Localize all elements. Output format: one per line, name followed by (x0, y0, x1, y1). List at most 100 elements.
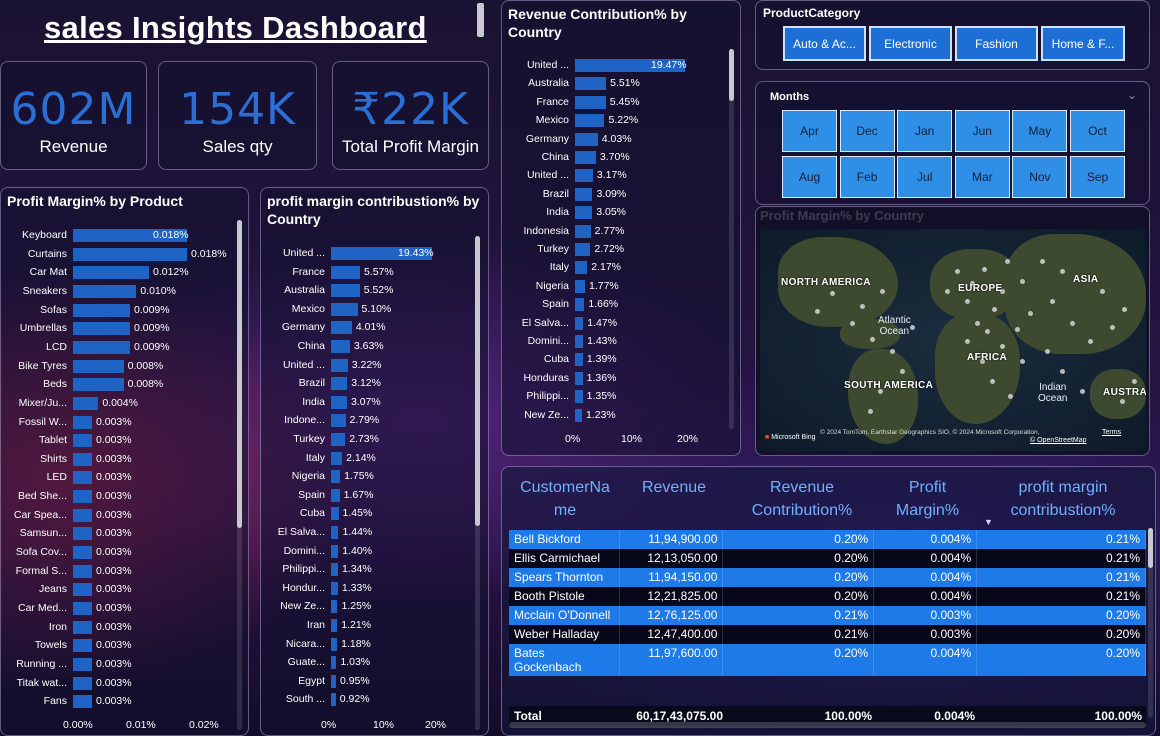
bar[interactable] (73, 359, 124, 373)
scrollbar-thumb[interactable] (475, 236, 480, 526)
bar[interactable] (575, 353, 583, 367)
category-option-auto[interactable]: Auto & Ac... (783, 26, 866, 61)
map-point[interactable] (965, 299, 970, 304)
scrollbar-thumb[interactable] (1148, 528, 1153, 568)
bar[interactable] (331, 284, 360, 298)
bar[interactable] (331, 693, 336, 707)
map-point[interactable] (1050, 299, 1055, 304)
chart-bar-row[interactable]: LCD 0.009% (1, 338, 248, 356)
header-customer-name[interactable]: CustomerNa me (512, 476, 618, 522)
chart-bar-row[interactable]: Car Med... 0.003% (1, 599, 248, 617)
chart-bar-row[interactable]: Sneakers 0.010% (1, 282, 248, 300)
bar[interactable] (575, 151, 596, 164)
bar[interactable] (331, 377, 348, 391)
chart-bar-row[interactable]: United ... 3.22% (261, 356, 488, 374)
chart-bar-row[interactable]: Italy 2.14% (261, 449, 488, 467)
bar[interactable] (73, 266, 149, 280)
chart-bar-row[interactable]: Tablet 0.003% (1, 431, 248, 449)
bar[interactable] (331, 581, 338, 595)
chart-bar-row[interactable]: Shirts 0.003% (1, 450, 248, 468)
map-point[interactable] (1060, 369, 1065, 374)
bar[interactable] (73, 322, 130, 336)
chevron-down-icon[interactable]: ⌄ (1127, 88, 1137, 102)
chart-bar-row[interactable]: Iran 1.21% (261, 616, 488, 634)
month-option-jan[interactable]: Jan (897, 110, 953, 152)
map-point[interactable] (1060, 269, 1065, 274)
month-option-sep[interactable]: Sep (1070, 156, 1125, 198)
chart-bar-row[interactable]: Turkey 2.73% (261, 430, 488, 448)
bar[interactable] (73, 303, 130, 317)
bar[interactable] (331, 619, 338, 632)
map-point[interactable] (880, 289, 885, 294)
month-option-apr[interactable]: Apr (782, 110, 837, 152)
chart-bar-row[interactable]: South ... 0.92% (261, 690, 488, 708)
bar[interactable] (575, 335, 584, 348)
bar[interactable] (73, 546, 92, 560)
map-point[interactable] (868, 409, 873, 414)
bar[interactable] (331, 321, 352, 335)
chart-bar-row[interactable]: Cuba 1.39% (502, 350, 740, 368)
table-scrollbar[interactable] (1148, 528, 1153, 718)
chart-bar-row[interactable]: Germany 4.01% (261, 318, 488, 336)
scrollbar[interactable] (729, 49, 734, 429)
bar[interactable] (575, 224, 591, 238)
month-option-jul[interactable]: Jul (897, 156, 953, 198)
chart-bar-row[interactable]: Bike Tyres 0.008% (1, 357, 248, 375)
pm-contrib-country-chart[interactable]: profit margin contribustion% by Country … (260, 187, 489, 736)
chart-bar-row[interactable]: Nigeria 1.77% (502, 277, 740, 295)
bar[interactable] (331, 674, 336, 688)
chart-bar-row[interactable]: Indone... 2.79% (261, 411, 488, 429)
chart-bar-row[interactable]: El Salva... 1.44% (261, 523, 488, 541)
kpi-profit-margin-card[interactable]: ₹22K Total Profit Margin (332, 61, 489, 170)
month-option-oct[interactable]: Oct (1070, 110, 1125, 152)
chart-bar-row[interactable]: Nigeria 1.75% (261, 467, 488, 485)
chart-bar-row[interactable]: India 3.05% (502, 203, 740, 221)
month-option-nov[interactable]: Nov (1012, 156, 1068, 198)
bar[interactable] (331, 451, 343, 465)
map-point[interactable] (1122, 307, 1127, 312)
profit-by-product-chart[interactable]: Profit Margin% by Product Keyboard 0.018%… (0, 187, 249, 736)
map-point[interactable] (985, 329, 990, 334)
header-pm-contribution[interactable]: profit margin contribustion% (990, 476, 1136, 522)
chart-bar-row[interactable]: Guate... 1.03% (261, 653, 488, 671)
kpi-sales-qty-card[interactable]: 154K Sales qty (158, 61, 317, 170)
chart-bar-row[interactable]: Sofas 0.009% (1, 301, 248, 319)
bar[interactable] (331, 395, 347, 409)
kpi-revenue-card[interactable]: 602M Revenue (0, 61, 147, 170)
bar[interactable] (575, 408, 582, 422)
map-point[interactable] (1015, 327, 1020, 332)
bar[interactable] (575, 279, 585, 293)
table-row[interactable]: Ellis Carmichael 12,13,050.00 0.20% 0.004% 0… (509, 549, 1146, 568)
month-option-jun[interactable]: Jun (954, 110, 1010, 152)
bar[interactable] (73, 415, 92, 429)
osm-link[interactable]: © OpenStreetMap (1030, 437, 1087, 444)
chart-bar-row[interactable]: Germany 4.03% (502, 130, 740, 148)
bar[interactable] (575, 95, 606, 109)
chart-bar-row[interactable]: Spain 1.66% (502, 295, 740, 313)
map-point[interactable] (870, 337, 875, 342)
bar[interactable] (331, 600, 338, 614)
category-option-electronic[interactable]: Electronic (869, 26, 952, 61)
bar[interactable] (331, 563, 338, 577)
map-point[interactable] (975, 321, 980, 326)
map-point[interactable] (945, 289, 950, 294)
table-row[interactable]: Spears Thornton 11,94,150.00 0.20% 0.004% 0.… (509, 568, 1146, 587)
sort-desc-icon[interactable]: ▼ (984, 517, 993, 527)
bar[interactable] (331, 637, 338, 651)
chart-bar-row[interactable]: Beds 0.008% (1, 375, 248, 393)
bar[interactable] (331, 340, 350, 353)
chart-bar-row[interactable]: China 3.63% (261, 337, 488, 355)
chart-bar-row[interactable]: Mexico 5.10% (261, 300, 488, 318)
chart-bar-row[interactable]: Fossil W... 0.003% (1, 413, 248, 431)
table-row[interactable]: Bell Bickford 11,94,900.00 0.20% 0.004% 0.21… (509, 530, 1146, 549)
chart-bar-row[interactable]: India 3.07% (261, 393, 488, 411)
bar[interactable] (73, 247, 187, 261)
world-map[interactable]: NORTH AMERICA EUROPE ASIA AFRICA SOUTH A… (760, 229, 1146, 451)
chart-bar-row[interactable]: Turkey 2.72% (502, 240, 740, 258)
bar[interactable] (73, 490, 92, 504)
bar[interactable] (73, 602, 92, 615)
chart-bar-row[interactable]: Australia 5.52% (261, 281, 488, 299)
terms-link[interactable]: Terms (1102, 429, 1121, 436)
map-point[interactable] (1020, 359, 1025, 364)
chart-bar-row[interactable]: Keyboard 0.018% (1, 226, 248, 244)
